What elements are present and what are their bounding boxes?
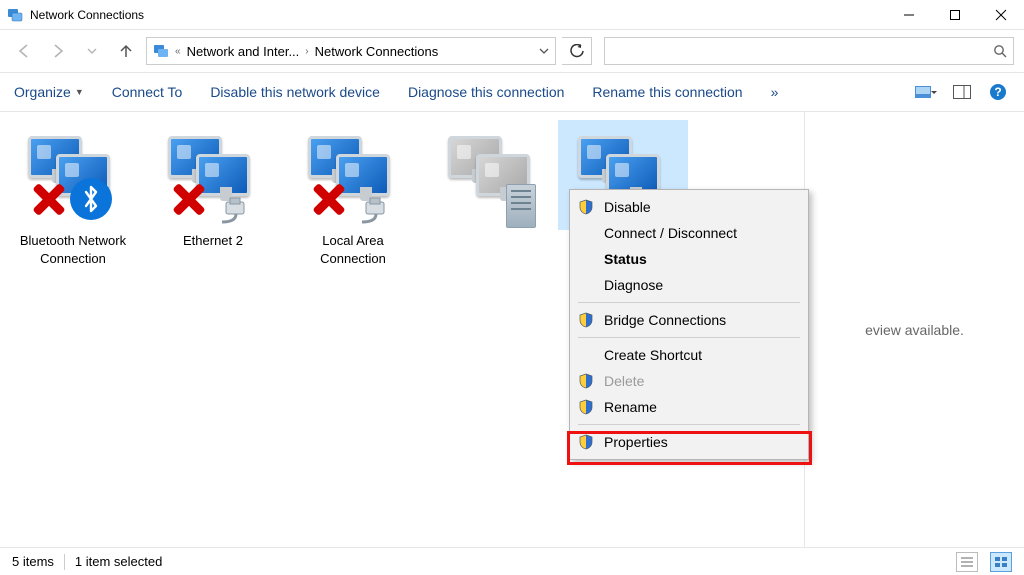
breadcrumb-2[interactable]: Network Connections xyxy=(315,44,439,59)
item-count: 5 items xyxy=(12,554,54,569)
recent-dropdown[interactable] xyxy=(78,37,106,65)
connect-to-button[interactable]: Connect To xyxy=(112,84,183,100)
ctx-status[interactable]: Status xyxy=(570,246,808,272)
organize-menu[interactable]: Organize▼ xyxy=(14,84,84,100)
maximize-button[interactable] xyxy=(932,0,978,30)
up-button[interactable] xyxy=(112,37,140,65)
ctx-diagnose[interactable]: Diagnose xyxy=(570,272,808,298)
rename-conn-button[interactable]: Rename this connection xyxy=(592,84,742,100)
connection-label: Ethernet 2 xyxy=(148,232,278,250)
disable-device-button[interactable]: Disable this network device xyxy=(210,84,380,100)
shield-icon xyxy=(578,399,594,415)
chevron-icon[interactable]: › xyxy=(305,46,308,57)
breadcrumb-1[interactable]: Network and Inter... xyxy=(187,44,300,59)
svg-text:?: ? xyxy=(994,85,1001,99)
shield-icon xyxy=(578,312,594,328)
shield-icon xyxy=(578,373,594,389)
bluetooth-icon xyxy=(70,178,112,220)
back-button[interactable] xyxy=(10,37,38,65)
ctx-disable[interactable]: Disable xyxy=(570,194,808,220)
view-menu[interactable] xyxy=(914,84,938,100)
connection-item-bluetooth[interactable]: Bluetooth Network Connection xyxy=(8,120,138,268)
ctx-properties[interactable]: Properties xyxy=(570,429,808,455)
search-input[interactable] xyxy=(604,37,1014,65)
breadcrumb-start[interactable]: « xyxy=(175,46,181,57)
minimize-button[interactable] xyxy=(886,0,932,30)
view-icons-button[interactable] xyxy=(990,552,1012,572)
forward-button[interactable] xyxy=(44,37,72,65)
ctx-connect[interactable]: Connect / Disconnect xyxy=(570,220,808,246)
connection-item-local-area[interactable]: Local Area Connection xyxy=(288,120,418,268)
ethernet-icon xyxy=(356,196,394,224)
disconnected-icon xyxy=(310,180,348,218)
ctx-bridge[interactable]: Bridge Connections xyxy=(570,307,808,333)
command-bar: Organize▼ Connect To Disable this networ… xyxy=(0,72,1024,112)
disconnected-icon xyxy=(30,180,68,218)
address-bar-row: « Network and Inter... › Network Connect… xyxy=(0,30,1024,72)
preview-message: eview available. xyxy=(865,322,964,338)
address-bar[interactable]: « Network and Inter... › Network Connect… xyxy=(146,37,556,65)
disconnected-icon xyxy=(170,180,208,218)
app-icon xyxy=(0,7,30,23)
context-menu: Disable Connect / Disconnect Status Diag… xyxy=(569,189,809,460)
shield-icon xyxy=(578,199,594,215)
connection-label: Local Area Connection xyxy=(288,232,418,268)
ethernet-icon xyxy=(216,196,254,224)
ctx-shortcut[interactable]: Create Shortcut xyxy=(570,342,808,368)
connection-item-4[interactable] xyxy=(428,120,558,232)
status-bar: 5 items 1 item selected xyxy=(0,547,1024,575)
address-dropdown[interactable] xyxy=(539,46,549,56)
diagnose-button[interactable]: Diagnose this connection xyxy=(408,84,564,100)
selected-count: 1 item selected xyxy=(75,554,162,569)
view-details-button[interactable] xyxy=(956,552,978,572)
refresh-button[interactable] xyxy=(562,37,592,65)
preview-pane: eview available. xyxy=(804,112,1024,547)
connection-label: Bluetooth Network Connection xyxy=(8,232,138,268)
window-title: Network Connections xyxy=(30,8,886,22)
close-button[interactable] xyxy=(978,0,1024,30)
shield-icon xyxy=(578,434,594,450)
ctx-rename[interactable]: Rename xyxy=(570,394,808,420)
search-icon xyxy=(993,44,1007,58)
toolbar-overflow[interactable]: » xyxy=(771,84,779,100)
server-icon xyxy=(506,184,536,228)
location-icon xyxy=(153,43,169,59)
help-button[interactable]: ? xyxy=(986,83,1010,101)
ctx-delete: Delete xyxy=(570,368,808,394)
connection-item-ethernet2[interactable]: Ethernet 2 xyxy=(148,120,278,250)
preview-pane-toggle[interactable] xyxy=(950,85,974,99)
